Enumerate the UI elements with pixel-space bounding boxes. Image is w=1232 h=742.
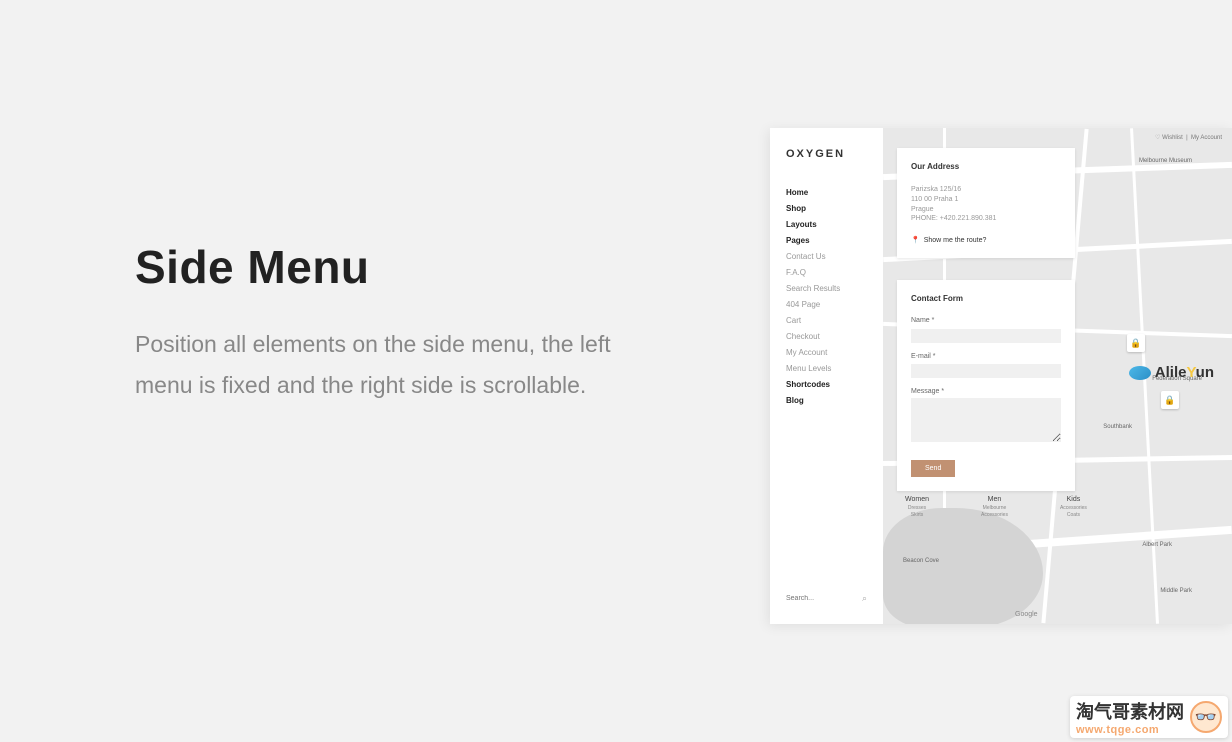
nav-item[interactable]: F.A.Q bbox=[786, 268, 867, 277]
nav-list: Home Shop Layouts Pages Contact Us F.A.Q Searc… bbox=[786, 188, 867, 412]
hero-description: Position all elements on the side menu, … bbox=[135, 324, 655, 407]
nav-item[interactable]: Contact Us bbox=[786, 252, 867, 261]
route-text: Show me the route? bbox=[924, 237, 987, 244]
email-label: E-mail * bbox=[911, 353, 1061, 360]
nav-item[interactable]: Cart bbox=[786, 316, 867, 325]
nav-item[interactable]: Blog bbox=[786, 396, 867, 405]
nav-item[interactable]: My Account bbox=[786, 348, 867, 357]
address-title: Our Address bbox=[911, 162, 1061, 171]
footer-watermark: 淘气哥素材网 www.tqge.com 👓 bbox=[1070, 696, 1228, 738]
route-link[interactable]: 📍 Show me the route? bbox=[911, 236, 1061, 244]
address-line: Parizska 125/16 bbox=[911, 185, 1061, 195]
message-label: Message * bbox=[911, 388, 1061, 395]
sidebar: OXYGEN Home Shop Layouts Pages Contact Us F.A… bbox=[770, 128, 883, 624]
mascot-icon: 👓 bbox=[1190, 701, 1222, 733]
pin-icon: 📍 bbox=[911, 236, 920, 244]
lock-icon: 🔒 bbox=[1161, 391, 1179, 409]
account-link[interactable]: My Account bbox=[1191, 135, 1222, 141]
wishlist-link[interactable]: Wishlist bbox=[1162, 135, 1183, 141]
nav-item[interactable]: Pages bbox=[786, 236, 867, 245]
nav-item[interactable]: Checkout bbox=[786, 332, 867, 341]
map-label: Southbank bbox=[1103, 424, 1132, 430]
nav-item[interactable]: Home bbox=[786, 188, 867, 197]
hero-title: Side Menu bbox=[135, 240, 655, 294]
map-label: Melbourne Museum bbox=[1139, 158, 1192, 164]
search-icon[interactable]: ⌕ bbox=[862, 593, 867, 604]
email-input[interactable] bbox=[911, 364, 1061, 378]
category-column[interactable]: WomenDressesSkirts bbox=[905, 496, 929, 518]
map-label: Middle Park bbox=[1160, 588, 1192, 594]
name-input[interactable] bbox=[911, 329, 1061, 343]
address-line: 110 00 Praha 1 bbox=[911, 195, 1061, 205]
google-logo: Google bbox=[1015, 611, 1038, 618]
nav-item[interactable]: 404 Page bbox=[786, 300, 867, 309]
name-label: Name * bbox=[911, 317, 1061, 324]
contact-card: Contact Form Name * E-mail * Message * S… bbox=[897, 280, 1075, 491]
map-label: Albert Park bbox=[1142, 542, 1172, 548]
lock-icon: 🔒 bbox=[1127, 334, 1145, 352]
message-input[interactable] bbox=[911, 398, 1061, 442]
preview-window: OXYGEN Home Shop Layouts Pages Contact Us F.A… bbox=[770, 128, 1232, 624]
search-input[interactable] bbox=[786, 595, 846, 602]
address-line: Prague bbox=[911, 205, 1061, 215]
search-wrapper: ⌕ bbox=[786, 593, 867, 604]
category-column[interactable]: KidsAccessoriesCoats bbox=[1060, 496, 1087, 518]
nav-item[interactable]: Layouts bbox=[786, 220, 867, 229]
watermark-alileyun: AlileYun bbox=[1129, 364, 1214, 381]
send-button[interactable]: Send bbox=[911, 460, 955, 477]
category-column[interactable]: MenMelbourneAccessories bbox=[981, 496, 1008, 518]
address-phone: PHONE: +420.221.890.381 bbox=[911, 214, 1061, 224]
nav-item[interactable]: Menu Levels bbox=[786, 364, 867, 373]
address-card: Our Address Parizska 125/16 110 00 Praha… bbox=[897, 148, 1075, 258]
top-links: ♡ Wishlist | My Account bbox=[1155, 134, 1222, 141]
cloud-icon bbox=[1129, 366, 1151, 380]
contact-title: Contact Form bbox=[911, 294, 1061, 303]
nav-item[interactable]: Shortcodes bbox=[786, 380, 867, 389]
heart-icon[interactable]: ♡ bbox=[1155, 135, 1160, 141]
category-row: WomenDressesSkirts MenMelbourneAccessorie… bbox=[905, 496, 1087, 518]
content-area: Melbourne Museum Federation Square South… bbox=[883, 128, 1232, 624]
map-label: Beacon Cove bbox=[903, 558, 939, 564]
logo[interactable]: OXYGEN bbox=[786, 148, 867, 160]
nav-item[interactable]: Shop bbox=[786, 204, 867, 213]
watermark-url: www.tqge.com bbox=[1076, 724, 1184, 736]
nav-item[interactable]: Search Results bbox=[786, 284, 867, 293]
watermark-text: AlileYun bbox=[1155, 364, 1214, 381]
watermark-brand: 淘气哥素材网 bbox=[1076, 698, 1184, 724]
